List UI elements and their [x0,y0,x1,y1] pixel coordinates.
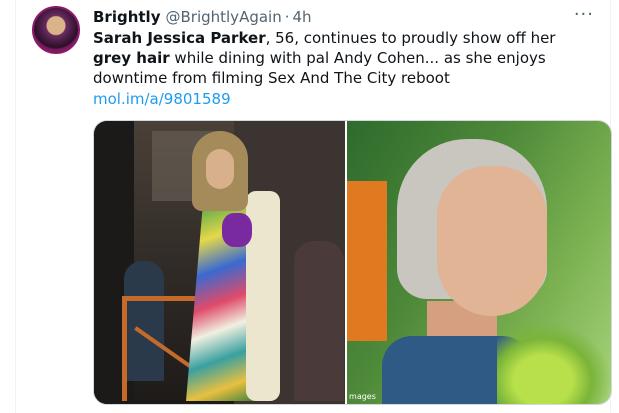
avatar[interactable] [32,6,80,54]
timestamp[interactable]: 4h [293,8,312,26]
separator-dot: · [284,8,290,26]
plant [497,321,611,404]
media-credit: mages [349,392,376,401]
photo-right[interactable]: mages [347,121,611,404]
bold-phrase: grey hair [93,49,170,67]
purple-bag [222,213,252,247]
media-grid: mages [93,120,612,405]
tweet-text: Sarah Jessica Parker, 56, continues to p… [93,28,598,88]
more-options-icon[interactable]: ··· [574,4,594,25]
tweet-card[interactable]: Brightly @BrightlyAgain · 4h ··· Sarah J… [15,0,612,413]
bold-name: Sarah Jessica Parker [93,29,266,47]
face [437,166,548,316]
tweet-header: Brightly @BrightlyAgain · 4h ··· [93,4,598,28]
author-name[interactable]: Brightly [93,8,160,26]
photo-left[interactable] [94,121,346,404]
tweet-link[interactable]: mol.im/a/9801589 [93,90,231,108]
text-part: , 56, continues to proudly show off her [265,29,556,47]
author-handle[interactable]: @BrightlyAgain [165,8,281,26]
